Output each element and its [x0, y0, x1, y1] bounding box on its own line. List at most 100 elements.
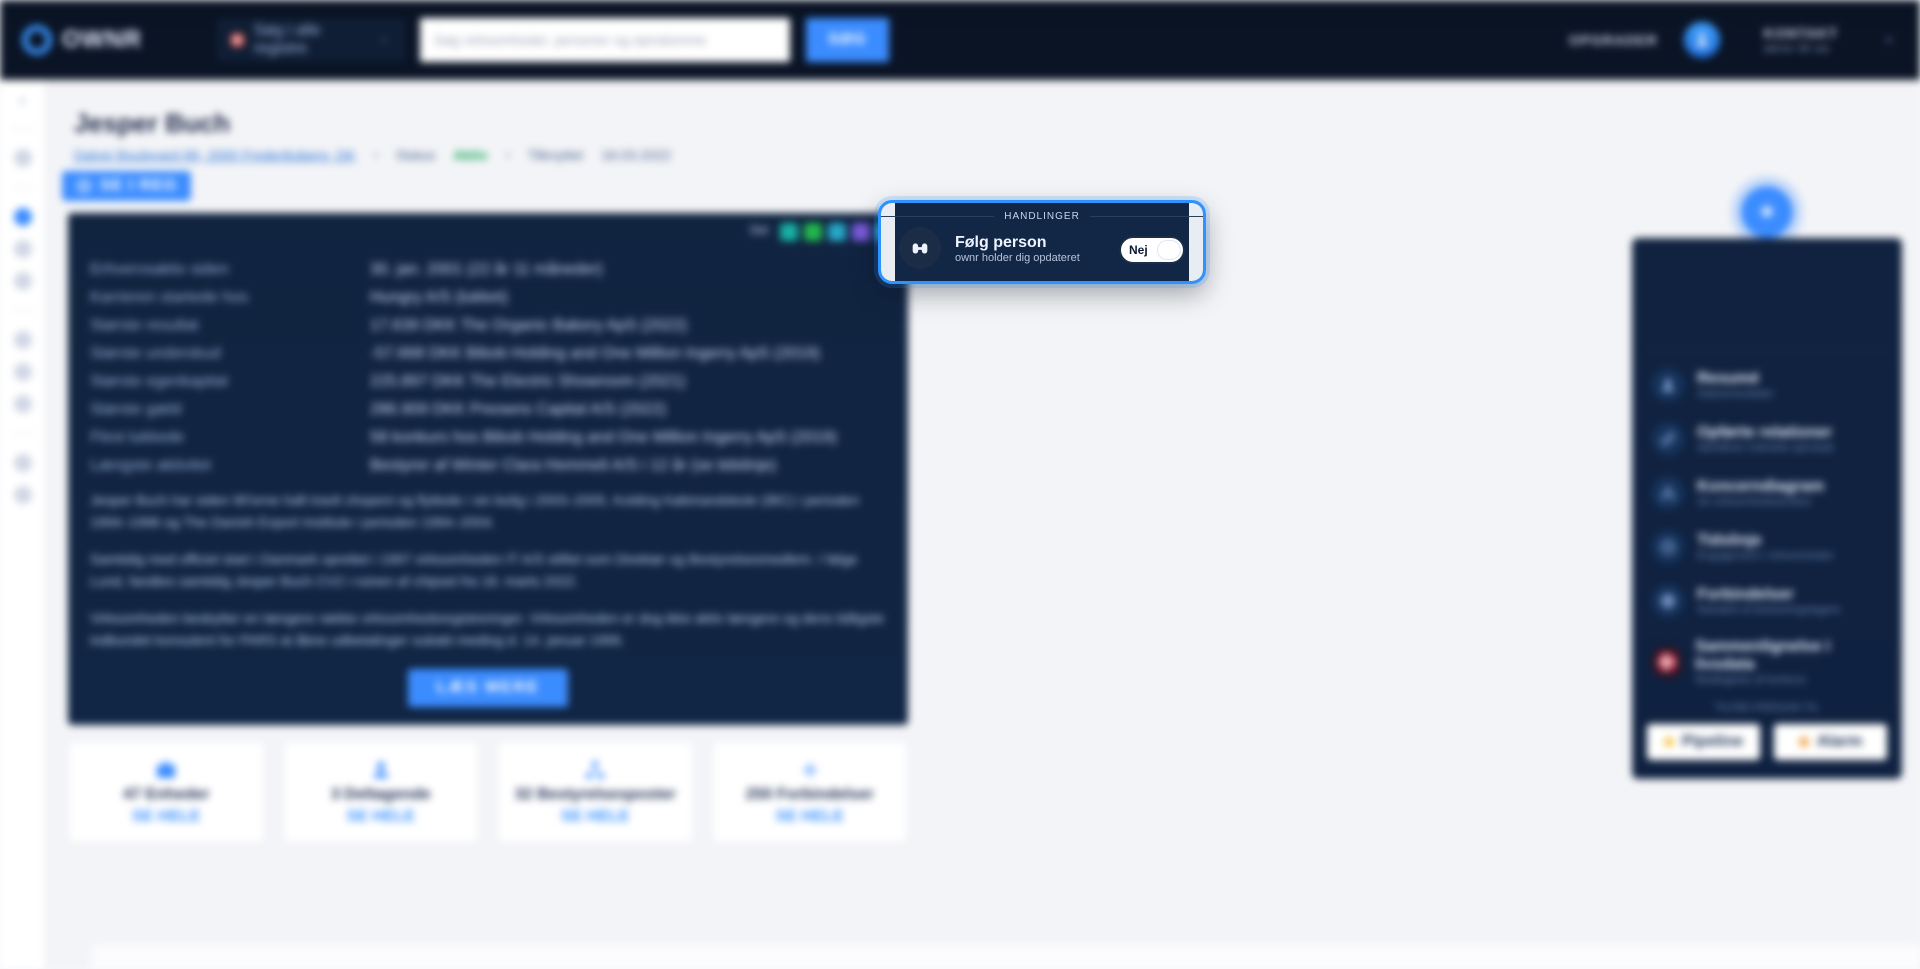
kv-key: Største egenkapital: [90, 373, 350, 391]
sub: Se virksomhedsstruktur: [1697, 496, 1824, 508]
rail-separator: [12, 187, 34, 188]
toggle-knob: [1157, 240, 1181, 260]
tile-sub: SE HELE: [132, 808, 200, 826]
rail-item[interactable]: [14, 454, 32, 472]
rail-item[interactable]: [14, 486, 32, 504]
pipeline-button[interactable]: Pipeline: [1647, 724, 1760, 760]
search-input[interactable]: Søg virksomheder, personer og ejendomme: [420, 18, 790, 62]
brand-text: OWNR: [62, 26, 142, 54]
kv-key: Flest lukkede: [90, 429, 350, 447]
rail-item[interactable]: [14, 208, 32, 226]
ttl: Koncerndiagram: [1697, 478, 1824, 496]
readmore-label: LÆS MERE: [436, 679, 539, 696]
search-button-label: SØG: [828, 31, 867, 49]
social-label: Del: [750, 223, 768, 241]
section-compare[interactable]: Sammenlignelse i livsdataModtagelse af k…: [1647, 628, 1887, 696]
ttl: Forbindelser: [1697, 586, 1841, 604]
ttl: Sammenlignelse i livsdata: [1695, 638, 1883, 674]
kv-val: Hungry A/S (lukket): [370, 289, 886, 307]
nav-upgrade[interactable]: OPGRADER: [1569, 32, 1658, 48]
section-diagram[interactable]: KoncerndiagramSe virksomhedsstruktur: [1647, 466, 1887, 520]
section-resume[interactable]: ResuméStatusresultater: [1647, 358, 1887, 412]
chevron-down-icon: [1880, 31, 1898, 49]
rail-separator: [12, 128, 34, 129]
ttl: Tidslinje: [1697, 532, 1834, 550]
sub: Identificér indirekte ejerskab: [1697, 442, 1834, 454]
dot-icon: [506, 153, 510, 157]
tile[interactable]: 47 Enheder SE HELE: [68, 741, 265, 843]
top-badge[interactable]: [1741, 186, 1793, 238]
kv-key: Erhvervsaktiv siden: [90, 261, 350, 279]
kv-val: 17.639 DKK The Organic Bakery ApS (2022): [370, 317, 886, 335]
network-icon: [583, 758, 607, 782]
status-label: Status: [396, 147, 436, 163]
alarm-button[interactable]: Alarm: [1774, 724, 1887, 760]
sidebar-buttons: Pipeline Alarm: [1647, 724, 1887, 760]
kv-key: Største resultat: [90, 317, 350, 335]
focus-text: Følg person ownr holder dig opdateret: [955, 234, 1080, 264]
toggle-off-label: Nej: [1129, 243, 1148, 257]
avatar[interactable]: [1684, 22, 1720, 58]
social-row: Del: [750, 223, 894, 241]
section-relations[interactable]: Opførte relationerIdentificér indirekte …: [1647, 412, 1887, 466]
rail-item[interactable]: [14, 331, 32, 349]
social-icon[interactable]: [804, 223, 822, 241]
address-link[interactable]: Dalvej Boulevard 89, 2000 Frederiksberg,…: [74, 147, 356, 163]
rail-item[interactable]: [14, 149, 32, 167]
user-icon: [1692, 30, 1712, 50]
info-card: Del Erhvervsaktiv siden30. jan. 2001 (22…: [68, 213, 908, 725]
chip-icon: [76, 178, 92, 194]
chevron-right-icon[interactable]: [16, 94, 30, 108]
side-panel: ResuméStatusresultater Opførte relatione…: [1632, 238, 1902, 779]
tile[interactable]: 3 Deltagende SE HELE: [283, 741, 480, 843]
follow-toggle[interactable]: Nej Ja: [1119, 236, 1185, 264]
social-icon[interactable]: [852, 223, 870, 241]
search-button[interactable]: SØG: [806, 18, 889, 62]
rail-item[interactable]: [14, 272, 32, 290]
section-timeline[interactable]: TidslinjeEngagement i virksomheder: [1647, 520, 1887, 574]
tree-icon: [1651, 476, 1685, 510]
page-title: Jesper Buch: [74, 108, 1898, 139]
tile-big: 32 Bestyrelsesposter: [515, 786, 676, 804]
sub: Netværk af beslutningstagere: [1697, 604, 1841, 616]
footer-strip: [92, 943, 1920, 969]
rail-separator: [12, 310, 34, 311]
kv-val: 225.897 DKK The Electric Showroom (2021): [370, 373, 886, 391]
search-placeholder: Søg virksomheder, personer og ejendomme: [434, 32, 706, 48]
user-icon: [369, 758, 393, 782]
tile[interactable]: 32 Bestyrelsesposter SE HELE: [497, 741, 694, 843]
tile[interactable]: 250 Forbindelser SE HELE: [712, 741, 909, 843]
clock-icon: [1651, 530, 1685, 564]
rail-item[interactable]: [14, 395, 32, 413]
ttl: Resumé: [1697, 370, 1774, 388]
leftrail: [0, 80, 46, 969]
social-icon[interactable]: [828, 223, 846, 241]
kv-val: Bestyrer af Winter Clara Hemmeli A/S i 1…: [370, 457, 886, 475]
kv-val: -57.668 DKK Bibob Holding and One Millio…: [370, 345, 886, 363]
readmore-button[interactable]: LÆS MERE: [408, 669, 567, 707]
social-icon[interactable]: [780, 223, 798, 241]
rail-item[interactable]: [14, 240, 32, 258]
rail-item[interactable]: [14, 363, 32, 381]
focus-handlinger-card: HANDLINGER Følg person ownr holder dig o…: [878, 200, 1206, 284]
kv-key: Største underskud: [90, 345, 350, 363]
focus-sub: ownr holder dig opdateret: [955, 252, 1080, 264]
region-select[interactable]: Søg i alle registre: [218, 20, 404, 60]
logo[interactable]: OWNR: [22, 25, 142, 55]
plus-icon: [798, 758, 822, 782]
divider: [1647, 349, 1887, 350]
chip-button[interactable]: SE I REG: [62, 171, 191, 201]
kv-key: Største gæld: [90, 401, 350, 419]
contact-block[interactable]: KONTAKT skriv til os: [1746, 25, 1856, 55]
flag-icon: [1651, 645, 1683, 679]
tile-sub: SE HELE: [776, 808, 844, 826]
focus-inner: Følg person ownr holder dig opdateret Ne…: [881, 203, 1203, 281]
status-value: Aktiv: [453, 147, 487, 163]
tile-big: 250 Forbindelser: [746, 786, 874, 804]
focus-title: Følg person: [955, 234, 1080, 252]
dot-icon: [1664, 737, 1674, 747]
kv-val: 286.909 DKK Preowns Capital A/S (2022): [370, 401, 886, 419]
section-connections[interactable]: ForbindelserNetværk af beslutningstagere: [1647, 574, 1887, 628]
user-icon: [1651, 368, 1685, 402]
desc-1: Jesper Buch har siden 90'erne haft travl…: [90, 489, 886, 534]
